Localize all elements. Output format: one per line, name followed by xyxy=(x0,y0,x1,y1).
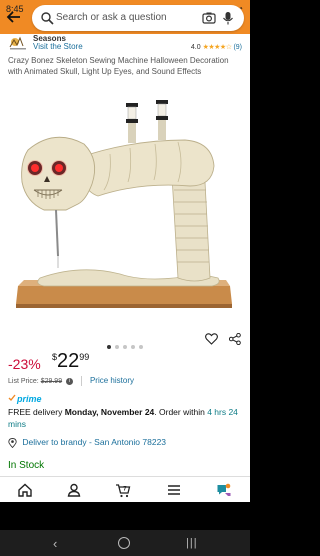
price-currency: $ xyxy=(52,352,58,362)
price-history-link[interactable]: Price history xyxy=(90,376,134,385)
search-placeholder: Search or ask a question xyxy=(56,12,167,23)
rufus-chat-icon[interactable] xyxy=(216,482,232,498)
cart-icon[interactable]: 7 xyxy=(115,482,131,498)
visit-store-link[interactable]: Visit the Store xyxy=(33,42,83,51)
search-icon xyxy=(41,12,54,25)
discount-percent: -23% xyxy=(8,356,41,372)
carousel-dot[interactable] xyxy=(107,345,111,349)
rating-value: 4.0 xyxy=(190,44,201,51)
location-text: Deliver to brandy - San Antonio 78223 xyxy=(22,437,167,447)
delivery-order-text: . Order within xyxy=(154,407,208,417)
share-icon[interactable] xyxy=(229,333,241,345)
back-arrow-svg xyxy=(6,11,20,23)
delivery-info: FREE delivery Monday, November 24. Order… xyxy=(8,406,244,430)
back-arrow-icon[interactable] xyxy=(6,9,22,25)
brand-row: Seasons Visit the Store 4.0 ★★★★☆ (9) xyxy=(0,34,250,54)
rating-summary[interactable]: 4.0 ★★★★☆ (9) xyxy=(191,43,242,51)
price-fraction: 99 xyxy=(79,352,90,362)
system-back-icon[interactable]: ‹ xyxy=(53,536,57,551)
product-title: Crazy Bonez Skeleton Sewing Machine Hall… xyxy=(8,56,229,76)
carousel-dot[interactable] xyxy=(131,345,135,349)
list-price-row: List Price: $29.99 i Price history xyxy=(8,376,134,387)
stock-status: In Stock xyxy=(8,460,45,471)
rating-count: (9) xyxy=(233,44,242,51)
carousel-dot[interactable] xyxy=(115,345,119,349)
carousel-dot[interactable] xyxy=(123,345,127,349)
current-price: $2299 xyxy=(52,350,89,373)
camera-scan-icon[interactable] xyxy=(202,11,216,25)
home-icon[interactable] xyxy=(17,482,33,498)
microphone-icon[interactable] xyxy=(222,11,234,25)
search-bar[interactable]: Search or ask a question xyxy=(32,5,244,31)
brand-logo[interactable] xyxy=(8,35,30,51)
top-header: 8:45 ▮ ▮ ◔ Search or ask a question xyxy=(0,0,250,34)
delivery-location-link[interactable]: Deliver to brandy - San Antonio 78223 xyxy=(8,437,166,448)
heart-icon[interactable] xyxy=(205,333,218,345)
delivery-prefix: FREE delivery xyxy=(8,407,65,417)
list-price-label: List Price: xyxy=(8,378,39,385)
screen: 8:45 ▮ ▮ ◔ Search or ask a question xyxy=(0,0,250,556)
divider xyxy=(81,376,83,387)
rating-stars-icon: ★★★★☆ xyxy=(202,44,232,51)
info-icon[interactable]: i xyxy=(66,377,74,385)
account-icon[interactable] xyxy=(66,482,82,498)
location-pin-icon xyxy=(8,437,17,448)
menu-icon[interactable] xyxy=(166,482,182,498)
carousel-dot[interactable] xyxy=(139,345,143,349)
list-price-value: $29.99 xyxy=(40,378,63,385)
bottom-nav: 7 xyxy=(0,476,250,502)
product-image[interactable] xyxy=(0,78,250,328)
black-band xyxy=(0,502,250,530)
system-recents-icon[interactable]: ||| xyxy=(186,537,198,549)
system-nav-bar: ‹ ||| xyxy=(0,530,250,556)
price-whole: 22 xyxy=(57,350,80,372)
system-home-icon[interactable] xyxy=(118,537,130,549)
prime-logo: prime xyxy=(8,394,42,404)
delivery-date: Monday, November 24 xyxy=(64,407,155,417)
prime-label: prime xyxy=(16,394,42,404)
